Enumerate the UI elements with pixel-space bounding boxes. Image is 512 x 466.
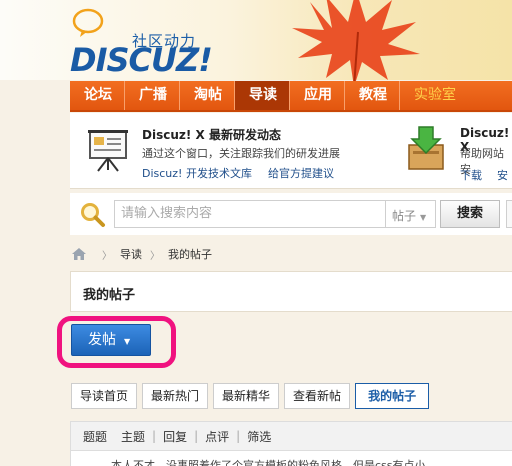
new-post-button[interactable]: 发帖 ▼ [71,324,151,356]
chevron-down-icon: ▼ [420,213,427,222]
breadcrumb-separator: 〉 [150,250,160,262]
maple-leaf-decoration [292,0,420,87]
presentation-board-icon [88,130,128,172]
list-item[interactable]: 本人不才，没事照着作了个官方模板的粉色风格，但是css有点小 [70,451,512,466]
breadcrumb-separator: 〉 [102,250,112,262]
search-input[interactable]: 请输入搜索内容 [114,200,386,228]
promo-panel: Discuz! X 最新研发动态 通过这个窗口，关注跟踪我们的研发进展 Disc… [70,113,512,189]
nav-item-lab[interactable]: 实验室 [400,81,468,110]
search-type-select[interactable]: 帖子 ▼ [386,200,436,228]
promo-left-subtitle: 通过这个窗口，关注跟踪我们的研发进展 [142,147,340,160]
page-title-box: 我的帖子 [70,271,512,312]
search-button[interactable]: 搜索 [440,200,500,228]
filter-screen[interactable]: 筛选 [247,428,271,445]
promo-left-title[interactable]: Discuz! X 最新研发动态 [142,126,281,143]
breadcrumb-guide[interactable]: 导读 [120,246,142,262]
promo-right-link-install[interactable]: 安 [497,167,508,183]
download-box-icon [408,126,444,170]
discuz-logo[interactable]: 社区动力 DISCUZ! [70,6,213,79]
promo-right-link-download[interactable]: 下载 [460,167,482,183]
promo-left-link-docs[interactable]: Discuz! 开发技术文库 [142,165,252,181]
filter-heading: 题题 [83,429,108,444]
nav-item-forum[interactable]: 论坛 [70,81,125,110]
breadcrumb: 〉 导读 〉 我的帖子 [72,246,212,262]
tab-my-posts[interactable]: 我的帖子 [355,383,430,409]
search-bar: 请输入搜索内容 帖子 ▼ 搜索 [70,193,512,235]
main-nav: 论坛 广播 淘帖 导读 应用 教程 实验室 [70,81,512,112]
promo-left-link-suggest[interactable]: 给官方提建议 [268,165,334,181]
nav-item-tutorials[interactable]: 教程 [345,81,400,110]
filter-reply[interactable]: 回复 [163,428,187,445]
tab-hot[interactable]: 最新热门 [142,383,209,409]
breadcrumb-my-posts[interactable]: 我的帖子 [168,246,212,262]
nav-item-apps[interactable]: 应用 [290,81,345,110]
filter-topic[interactable]: 主题 [121,428,145,445]
logo-wordmark: DISCUZ! [70,41,213,79]
list-item-title[interactable]: 本人不才，没事照着作了个官方模板的粉色风格，但是css有点小 [111,457,426,466]
chevron-down-icon: ▼ [124,337,131,346]
search-extra-edge [506,200,512,228]
tab-guide-home[interactable]: 导读首页 [71,383,138,409]
search-type-label: 帖子 [392,209,417,223]
nav-item-broadcast[interactable]: 广播 [125,81,180,110]
tab-new-posts[interactable]: 查看新帖 [284,383,351,409]
magnifier-icon [81,203,105,227]
nav-item-guide[interactable]: 导读 [235,81,290,110]
nav-item-collection[interactable]: 淘帖 [180,81,235,110]
home-icon[interactable] [72,248,86,260]
speech-bubble-icon [72,8,104,37]
tab-digest[interactable]: 最新精华 [213,383,280,409]
page-title: 我的帖子 [83,288,136,303]
filter-comment[interactable]: 点评 [205,428,229,445]
new-post-label: 发帖 [88,332,116,348]
guide-tabs: 导读首页 最新热门 最新精华 查看新帖 我的帖子 [71,383,434,410]
filter-bar: 题题 主题 | 回复 | 点评 | 筛选 [70,421,512,451]
